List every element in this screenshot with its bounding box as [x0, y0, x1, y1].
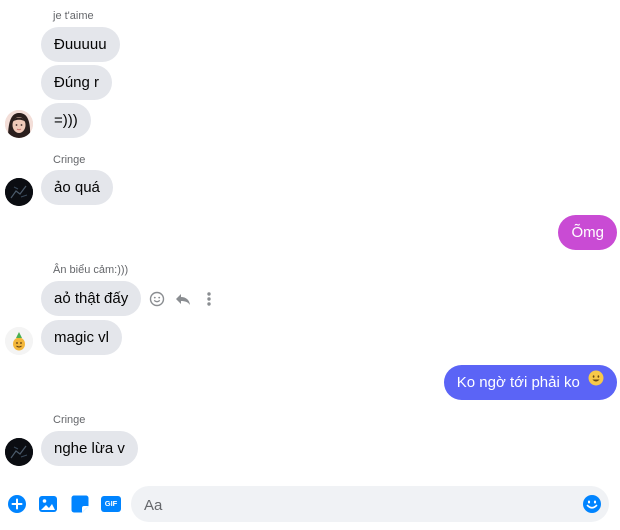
- message-bubble[interactable]: Đúng r: [41, 65, 113, 100]
- more-icon[interactable]: [199, 289, 219, 309]
- message-bubble[interactable]: Đuuuuu: [41, 27, 120, 62]
- message-bubble[interactable]: nghe lừa v: [41, 431, 138, 466]
- message-bubble[interactable]: =))): [41, 103, 91, 138]
- sticker-icon[interactable]: [69, 493, 91, 515]
- react-icon[interactable]: [147, 289, 167, 309]
- gif-label: GIF: [101, 496, 121, 512]
- sender-name: Cringe: [53, 154, 86, 166]
- avatar[interactable]: [5, 438, 33, 466]
- message-bubble[interactable]: aỏ thật đấy: [41, 281, 142, 316]
- gif-icon[interactable]: GIF: [100, 493, 122, 515]
- avatar[interactable]: [5, 178, 33, 206]
- message-bubble[interactable]: magic vl: [41, 320, 123, 355]
- sender-name: Cringe: [53, 414, 86, 426]
- emoji-icon[interactable]: [582, 494, 602, 514]
- plus-icon[interactable]: [6, 493, 28, 515]
- sender-name: je t'aime: [53, 10, 94, 22]
- message-actions: [147, 289, 219, 309]
- reply-icon[interactable]: [173, 289, 193, 309]
- avatar[interactable]: [5, 327, 33, 355]
- sent-message-bubble[interactable]: Õmg: [558, 215, 617, 250]
- smile-emoji-icon: [588, 364, 604, 399]
- message-composer: GIF: [0, 485, 620, 525]
- message-bubble[interactable]: ảo quá: [41, 170, 113, 205]
- image-icon[interactable]: [37, 493, 59, 515]
- message-input[interactable]: [142, 486, 566, 524]
- sender-name: Ân biểu cảm:))): [53, 264, 129, 276]
- sent-message-bubble[interactable]: Ko ngờ tới phải ko: [443, 364, 617, 400]
- message-input-box: [131, 486, 609, 524]
- sent-message-text: Ko ngờ tới phải ko: [456, 374, 580, 391]
- avatar[interactable]: [5, 110, 33, 138]
